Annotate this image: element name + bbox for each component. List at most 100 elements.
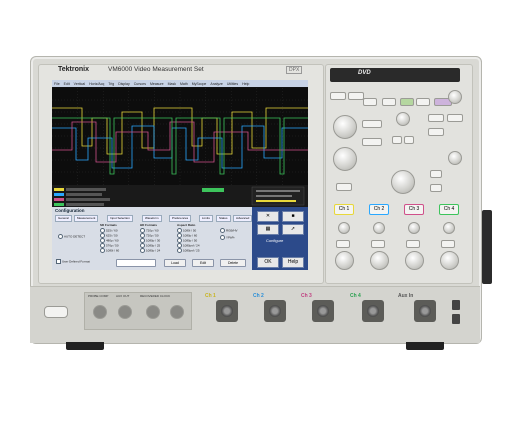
delete-button[interactable]: Delete bbox=[220, 259, 246, 267]
user-defined-format-checkbox[interactable]: User Defined Format bbox=[56, 259, 90, 264]
ch4-menu-button[interactable] bbox=[441, 240, 455, 248]
probe-comp-connector[interactable] bbox=[93, 305, 107, 319]
usb-port[interactable] bbox=[452, 300, 460, 310]
option-label: 1080p / 50 bbox=[183, 238, 198, 243]
menu-item[interactable]: Edit bbox=[62, 82, 72, 86]
format-option[interactable]: 1080p / 24 bbox=[140, 248, 160, 253]
format-option[interactable]: RGB/HV bbox=[220, 228, 238, 233]
ch2-bnc-connector[interactable] bbox=[264, 300, 286, 322]
tab-waveform[interactable]: Waveform bbox=[142, 215, 162, 222]
menu-item[interactable]: Math bbox=[178, 82, 190, 86]
aux-out-connector[interactable] bbox=[118, 305, 132, 319]
ch4-input-label: Ch 4 bbox=[350, 293, 361, 299]
ch4-bnc-connector[interactable] bbox=[362, 300, 384, 322]
trigger-edge-button[interactable] bbox=[428, 114, 444, 122]
close-icon[interactable]: ✕ bbox=[257, 211, 279, 222]
ch2-menu-button[interactable] bbox=[371, 240, 385, 248]
fine-button[interactable] bbox=[362, 138, 382, 146]
ch2-position-knob[interactable] bbox=[373, 222, 385, 234]
ch3-button[interactable]: Ch 3 bbox=[404, 204, 424, 215]
load-button[interactable]: Load bbox=[164, 259, 186, 267]
menu-item[interactable]: File bbox=[52, 82, 62, 86]
option-label: 1080psf / 24 bbox=[183, 243, 200, 248]
menu-item[interactable]: Vertical bbox=[72, 82, 87, 86]
acquire-button[interactable] bbox=[363, 98, 377, 106]
ch3-position-knob[interactable] bbox=[408, 222, 420, 234]
ground-connector[interactable] bbox=[170, 305, 184, 319]
format-option[interactable]: YPbPr bbox=[220, 235, 235, 240]
tab-limits[interactable]: Limits bbox=[199, 215, 213, 222]
ch1-bnc-connector[interactable] bbox=[216, 300, 238, 322]
option-label: 1080p / 25 bbox=[146, 243, 161, 248]
horizontal-scale-knob[interactable] bbox=[391, 170, 415, 194]
tab-input-selection[interactable]: Input Selection bbox=[107, 215, 133, 222]
default-setup-button[interactable] bbox=[348, 92, 364, 100]
zoom-button[interactable] bbox=[392, 136, 402, 144]
pointer-icon[interactable]: ➚ bbox=[282, 224, 304, 235]
format-option[interactable]: 1080i / 60 bbox=[100, 248, 119, 253]
ch3-scale-knob[interactable] bbox=[405, 251, 424, 270]
tab-advanced[interactable]: Advanced bbox=[233, 215, 253, 222]
menu-item[interactable]: Measure bbox=[148, 82, 166, 86]
tab-status[interactable]: Status bbox=[216, 215, 231, 222]
radio-icon bbox=[140, 248, 145, 253]
tab-measurement[interactable]: Measurement bbox=[74, 215, 99, 222]
trigger-level-knob[interactable] bbox=[448, 151, 462, 165]
menu-item[interactable]: Analyze bbox=[208, 82, 224, 86]
edit-button[interactable]: Edit bbox=[192, 259, 214, 267]
ch2-button[interactable]: Ch 2 bbox=[369, 204, 389, 215]
aux-in-bnc-connector[interactable] bbox=[414, 300, 436, 322]
option-label: 1080p / 60 bbox=[183, 233, 198, 238]
menu-item[interactable]: Mask bbox=[166, 82, 178, 86]
ok-button[interactable]: OK bbox=[257, 257, 279, 268]
intensity-knob[interactable] bbox=[448, 90, 462, 104]
measure-button[interactable] bbox=[382, 98, 396, 106]
menu-item[interactable]: Display bbox=[116, 82, 131, 86]
tab-general[interactable]: General bbox=[55, 215, 72, 222]
aspect-ratio-label: Aspect Ratio bbox=[177, 223, 196, 227]
single-button[interactable] bbox=[416, 98, 430, 106]
ch1-menu-button[interactable] bbox=[336, 240, 350, 248]
menu-item[interactable]: Horiz/Acq bbox=[87, 82, 106, 86]
cursors-button[interactable] bbox=[362, 120, 382, 128]
ch2-scale-knob[interactable] bbox=[370, 251, 389, 270]
play-pause-button[interactable] bbox=[404, 136, 414, 144]
menu-item[interactable]: Trig bbox=[106, 82, 116, 86]
power-button[interactable] bbox=[44, 306, 68, 318]
ch3-bnc-connector[interactable] bbox=[312, 300, 334, 322]
ch1-button[interactable]: Ch 1 bbox=[334, 204, 354, 215]
trigger-force-button[interactable] bbox=[428, 128, 444, 136]
usb-port[interactable] bbox=[452, 314, 460, 324]
trigger-advanced-button[interactable] bbox=[447, 114, 463, 122]
side-handle bbox=[482, 210, 492, 284]
clock-connector[interactable] bbox=[146, 305, 160, 319]
grid-icon[interactable]: ▦ bbox=[257, 224, 279, 235]
format-option[interactable]: 1080psf / 25 bbox=[177, 248, 200, 253]
menu-item[interactable]: Help bbox=[240, 82, 251, 86]
trigger-mode-button[interactable] bbox=[430, 170, 442, 178]
ch3-menu-button[interactable] bbox=[406, 240, 420, 248]
ch1-position-knob[interactable] bbox=[338, 222, 350, 234]
tab-preferences[interactable]: Preferences bbox=[169, 215, 192, 222]
multipurpose-knob-a[interactable] bbox=[333, 115, 357, 139]
ch1-scale-knob[interactable] bbox=[335, 251, 354, 270]
ch4-button[interactable]: Ch 4 bbox=[439, 204, 459, 215]
menu-item[interactable]: MyScope bbox=[190, 82, 209, 86]
menu-button[interactable] bbox=[336, 183, 352, 191]
ch4-position-knob[interactable] bbox=[443, 222, 455, 234]
help-button[interactable]: Help bbox=[282, 257, 304, 268]
format-select[interactable] bbox=[116, 259, 156, 267]
trigger-set-button[interactable] bbox=[430, 184, 442, 192]
auto-detect-option[interactable]: AUTO DETECT bbox=[58, 234, 85, 239]
multipurpose-knob-b[interactable] bbox=[333, 147, 357, 171]
stop-icon[interactable]: ■ bbox=[282, 211, 304, 222]
menu-item[interactable]: Utilities bbox=[225, 82, 240, 86]
horizontal-position-knob[interactable] bbox=[396, 112, 410, 126]
menu-item[interactable]: Cursors bbox=[132, 82, 148, 86]
bnc-socket bbox=[221, 305, 233, 317]
front-foot-left bbox=[66, 342, 104, 350]
autoset-button[interactable] bbox=[330, 92, 346, 100]
ch4-scale-knob[interactable] bbox=[440, 251, 459, 270]
option-label: 720p / 60 bbox=[146, 228, 159, 233]
run-stop-button[interactable] bbox=[400, 98, 414, 106]
